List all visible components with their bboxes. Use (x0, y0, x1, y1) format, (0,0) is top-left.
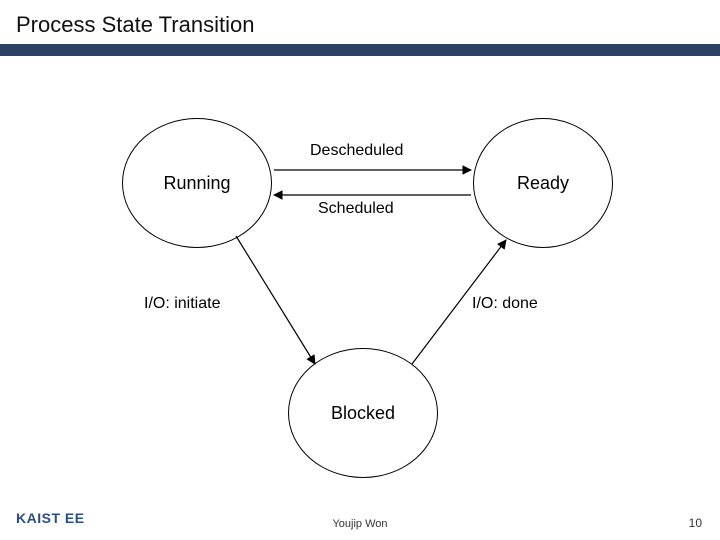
state-diagram: Running Ready Blocked Descheduled Schedu… (0, 68, 720, 512)
edge-label-io-initiate: I/O: initiate (144, 295, 220, 313)
state-label: Running (163, 173, 230, 194)
state-label: Blocked (331, 403, 395, 424)
edge-label-descheduled: Descheduled (310, 142, 403, 160)
state-label: Ready (517, 173, 569, 194)
slide-title: Process State Transition (16, 12, 704, 38)
edge-label-scheduled: Scheduled (318, 200, 394, 218)
title-accent-band (0, 44, 720, 56)
footer-page-number: 10 (689, 516, 702, 530)
state-ready: Ready (473, 118, 613, 248)
state-blocked: Blocked (288, 348, 438, 478)
state-running: Running (122, 118, 272, 248)
edge-label-io-done: I/O: done (472, 295, 538, 313)
edge-io-initiate (236, 236, 315, 364)
footer-author: Youjip Won (0, 518, 720, 530)
